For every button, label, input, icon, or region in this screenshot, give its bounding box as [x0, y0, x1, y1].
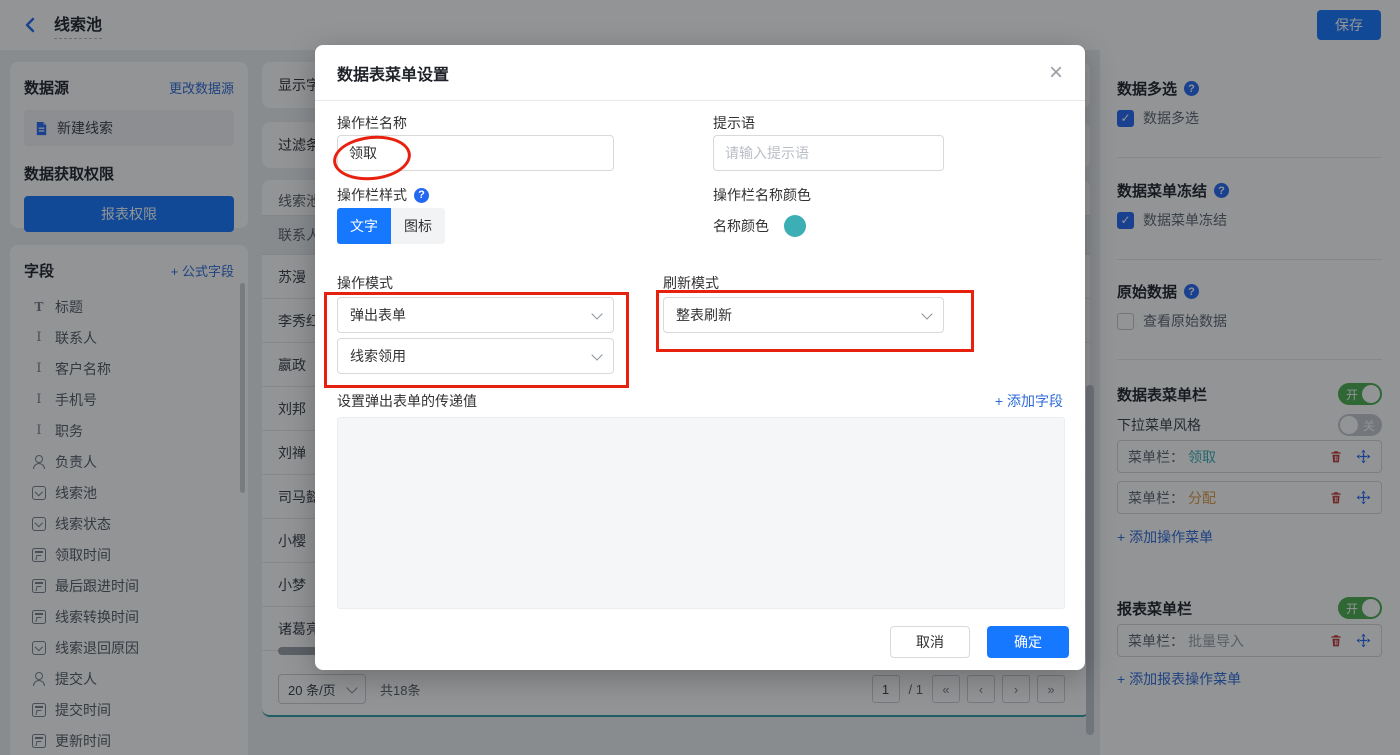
page-scrollbar[interactable] [1086, 385, 1094, 735]
chevron-down-icon [591, 348, 603, 361]
style-icon-option[interactable]: 图标 [391, 208, 445, 244]
dialog-title: 数据表菜单设置 [337, 66, 450, 84]
form-select-value: 线索领用 [350, 348, 406, 364]
refresh-mode-value: 整表刷新 [676, 307, 732, 323]
refresh-mode-select[interactable]: 整表刷新 [663, 297, 944, 333]
add-field-link[interactable]: + 添加字段 [995, 391, 1063, 411]
name-color-row: 名称颜色 [713, 215, 806, 237]
action-style-label: 操作栏样式 ? [337, 185, 429, 205]
action-name-label: 操作栏名称 [337, 115, 407, 131]
close-icon[interactable]: × [1049, 60, 1063, 85]
action-mode-label: 操作模式 [337, 275, 393, 291]
help-icon[interactable]: ? [414, 187, 429, 203]
transfer-value-label: 设置弹出表单的传递值 [337, 393, 477, 409]
tip-label: 提示语 [713, 115, 755, 131]
name-color-section-label: 操作栏名称颜色 [713, 187, 811, 203]
refresh-mode-label: 刷新模式 [663, 275, 719, 291]
chevron-down-icon [921, 307, 933, 320]
app-window: 线索池 保存 数据源 更改数据源 新建线索 数据获取权限 报表权限 字段 + 公… [0, 0, 1400, 755]
form-select[interactable]: 线索领用 [337, 338, 614, 374]
action-style-label-text: 操作栏样式 [337, 187, 407, 203]
menu-settings-dialog: 数据表菜单设置 × 操作栏名称 提示语 操作栏样式 ? 文字 图标 操作栏名称颜… [315, 45, 1085, 670]
cancel-button[interactable]: 取消 [890, 626, 970, 658]
action-mode-value: 弹出表单 [350, 307, 406, 323]
action-name-input[interactable] [337, 135, 614, 171]
transfer-value-area[interactable] [337, 417, 1065, 609]
tip-input[interactable] [713, 135, 944, 171]
action-mode-select[interactable]: 弹出表单 [337, 297, 614, 333]
confirm-button[interactable]: 确定 [987, 626, 1069, 658]
name-color-label: 名称颜色 [713, 218, 769, 234]
chevron-down-icon [591, 307, 603, 320]
color-swatch[interactable] [784, 215, 806, 237]
style-text-option[interactable]: 文字 [337, 208, 391, 244]
style-segmented-control: 文字 图标 [337, 208, 445, 244]
